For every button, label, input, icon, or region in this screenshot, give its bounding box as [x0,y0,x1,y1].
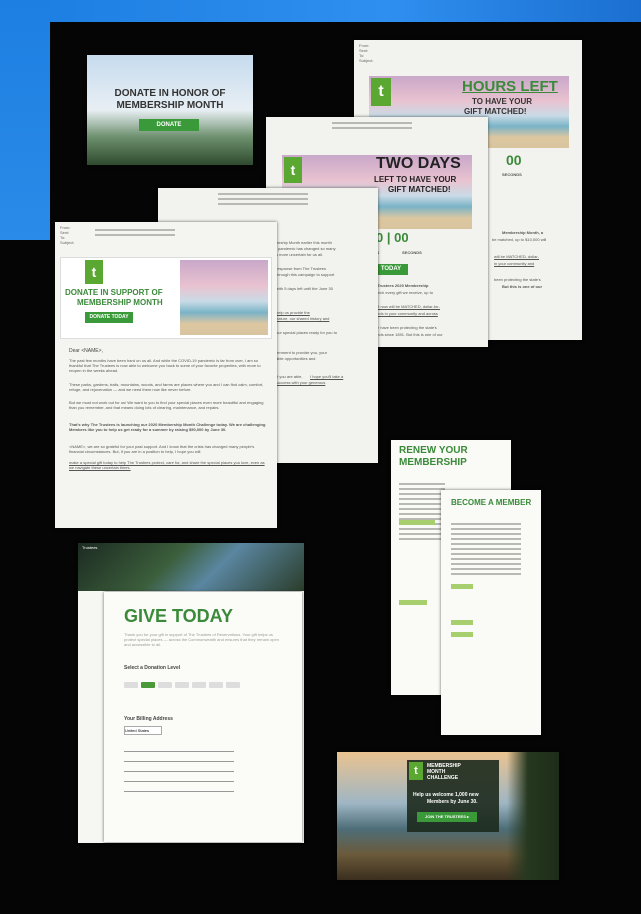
support-link[interactable]: make a special gift today to help The Tr… [69,460,269,470]
hours-body1: Membership Month, a [502,230,544,235]
support-greeting: Dear <NAME>, [69,348,103,354]
donate-button[interactable]: DONATE [139,119,199,131]
two-days-link2[interactable]: lands in your community and across [374,311,438,316]
challenge-text1: Help us welcome 1,000 new [413,792,479,798]
two-days-button[interactable]: TODAY [374,264,408,275]
middle-link4[interactable]: success with your generous [276,380,325,385]
city-field[interactable] [124,778,234,782]
become-member-title: BECOME A MEMBER [451,498,532,507]
hours-body4: But this is one of our [502,284,542,289]
middle-body4: response from The Trustees [276,266,326,271]
middle-body8: ernment to provide you, your [276,350,327,355]
billing-label: Your Billing Address [124,716,173,722]
become-selected-option-2[interactable] [451,620,473,625]
level-1[interactable] [124,682,138,688]
renew-selected-option[interactable] [399,520,435,525]
billing-fields [124,742,234,798]
two-days-body3: we have been protecting the state's [374,325,437,330]
support-p5: <NAME>, we are so grateful for your past… [69,444,255,454]
beach-photo [180,260,268,335]
level-2[interactable] [141,682,155,688]
support-headline2: MEMBERSHIP MONTH [77,298,163,307]
support-p3: But we must not work out for us! We want… [69,400,264,410]
trustees-logo: t [409,762,423,780]
level-7[interactable] [226,682,240,688]
challenge-card: t MEMBERSHIP MONTH CHALLENGE Help us wel… [337,752,559,880]
zip-field[interactable] [124,788,234,792]
blue-backdrop-left [0,0,50,240]
trustees-logo: t [371,78,391,106]
middle-body1: eeship Month earlier this month [276,240,332,245]
donation-levels [124,675,243,693]
give-intro: Thank you for your gift in support of Th… [124,632,279,647]
hours-link2[interactable]: in your community and [494,261,534,266]
support-email: From: Sent: To: Subject: t DONATE IN SUP… [55,222,277,528]
subject-label: Subject: [359,58,374,63]
donate-honor-line2: MEMBERSHIP MONTH [116,100,224,111]
middle-link2[interactable]: nature, our shared history and [276,316,329,321]
two-days-body1: e Trustees 2020 Membership [374,283,429,288]
renew-title1: RENEW YOUR [399,445,468,456]
trustees-logo: t [284,157,302,183]
middle-body2: l pandemic has changed so many [276,246,336,251]
support-p2: These parks, gardens, trails, mountains,… [69,382,264,392]
two-days-headline3: GIFT MATCHED! [388,185,451,194]
challenge-tree [507,752,559,880]
middle-body5: through this campaign to support [276,272,335,277]
select-donation-label: Select a Donation Level [124,665,181,671]
address-field[interactable] [124,768,234,772]
country-select[interactable]: United States [124,726,162,735]
middle-body10: If you are able, [276,374,303,379]
hours-body2: be matched, up to $10,000 will [492,237,547,242]
give-title: GIVE TODAY [124,606,234,626]
become-selected-option-3[interactable] [451,632,473,637]
give-today-form: GIVE TODAY Thank you for your gift in su… [104,592,302,842]
become-selected-option[interactable] [451,584,473,589]
two-days-headline1: TWO DAYS [376,155,461,172]
donate-honor-line1: DONATE IN HONOR OF [114,88,226,99]
two-days-headline2: LEFT TO HAVE YOUR [374,175,457,184]
give-nav-label[interactable]: Trustees [82,545,97,550]
middle-body3: s more uncertain for us all. [276,252,324,257]
subject-label: Subject: [60,240,75,245]
two-days-unit2: SECONDS [402,250,422,255]
support-p1: The past few months have been hard on us… [69,358,261,373]
donate-honor-card: DONATE IN HONOR OF MEMBERSHIP MONTH DONA… [87,55,253,165]
middle-link1[interactable]: help us provide the [276,310,310,315]
two-days-link1[interactable]: gift now will be MATCHED, dollar-for- [374,304,440,309]
hours-headline2: TO HAVE YOUR [472,97,533,106]
join-trustees-button[interactable]: JOIN THE TRUSTEES ▸ [417,812,477,822]
level-4[interactable] [175,682,189,688]
last-name-field[interactable] [124,758,234,762]
hours-headline1: HOURS LEFT [462,78,558,95]
two-days-counter: 0 | 00 [376,230,409,245]
hours-link1[interactable]: will be MATCHED, dollar- [494,254,539,259]
middle-body9: able opportunities and [276,356,316,361]
middle-link3[interactable]: I hope you'll take a [310,374,343,379]
give-header-photo [78,543,304,591]
support-p4: That's why The Trustees is launching our… [69,422,266,432]
middle-body7: our special places ready for you to [276,330,337,335]
level-3[interactable] [158,682,172,688]
become-member-page: BECOME A MEMBER [441,490,541,735]
renew-title2: MEMBERSHIP [399,457,467,468]
support-donate-button[interactable]: DONATE TODAY [85,312,133,323]
middle-body6: with 5 days left until the June 30 [276,286,333,291]
hours-counter: 00 [506,152,522,168]
support-headline1: DONATE IN SUPPORT OF [65,288,163,297]
hours-counter-unit: SECONDS [502,172,522,177]
level-5[interactable] [192,682,206,688]
blue-backdrop-top [0,0,641,22]
renew-selected-option-2[interactable] [399,600,427,605]
level-6[interactable] [209,682,223,688]
hours-headline3: GIFT MATCHED! [464,107,527,116]
two-days-body2: which every gift we receive, up to [374,290,433,295]
two-days-body4: lands since 1891. But this is one of our [374,332,443,337]
first-name-field[interactable] [124,748,234,752]
hours-body3: been protecting the state's [494,277,541,282]
challenge-line3: CHALLENGE [427,775,459,781]
trustees-logo: t [85,260,103,284]
challenge-text2: Members by June 30. [427,799,478,805]
